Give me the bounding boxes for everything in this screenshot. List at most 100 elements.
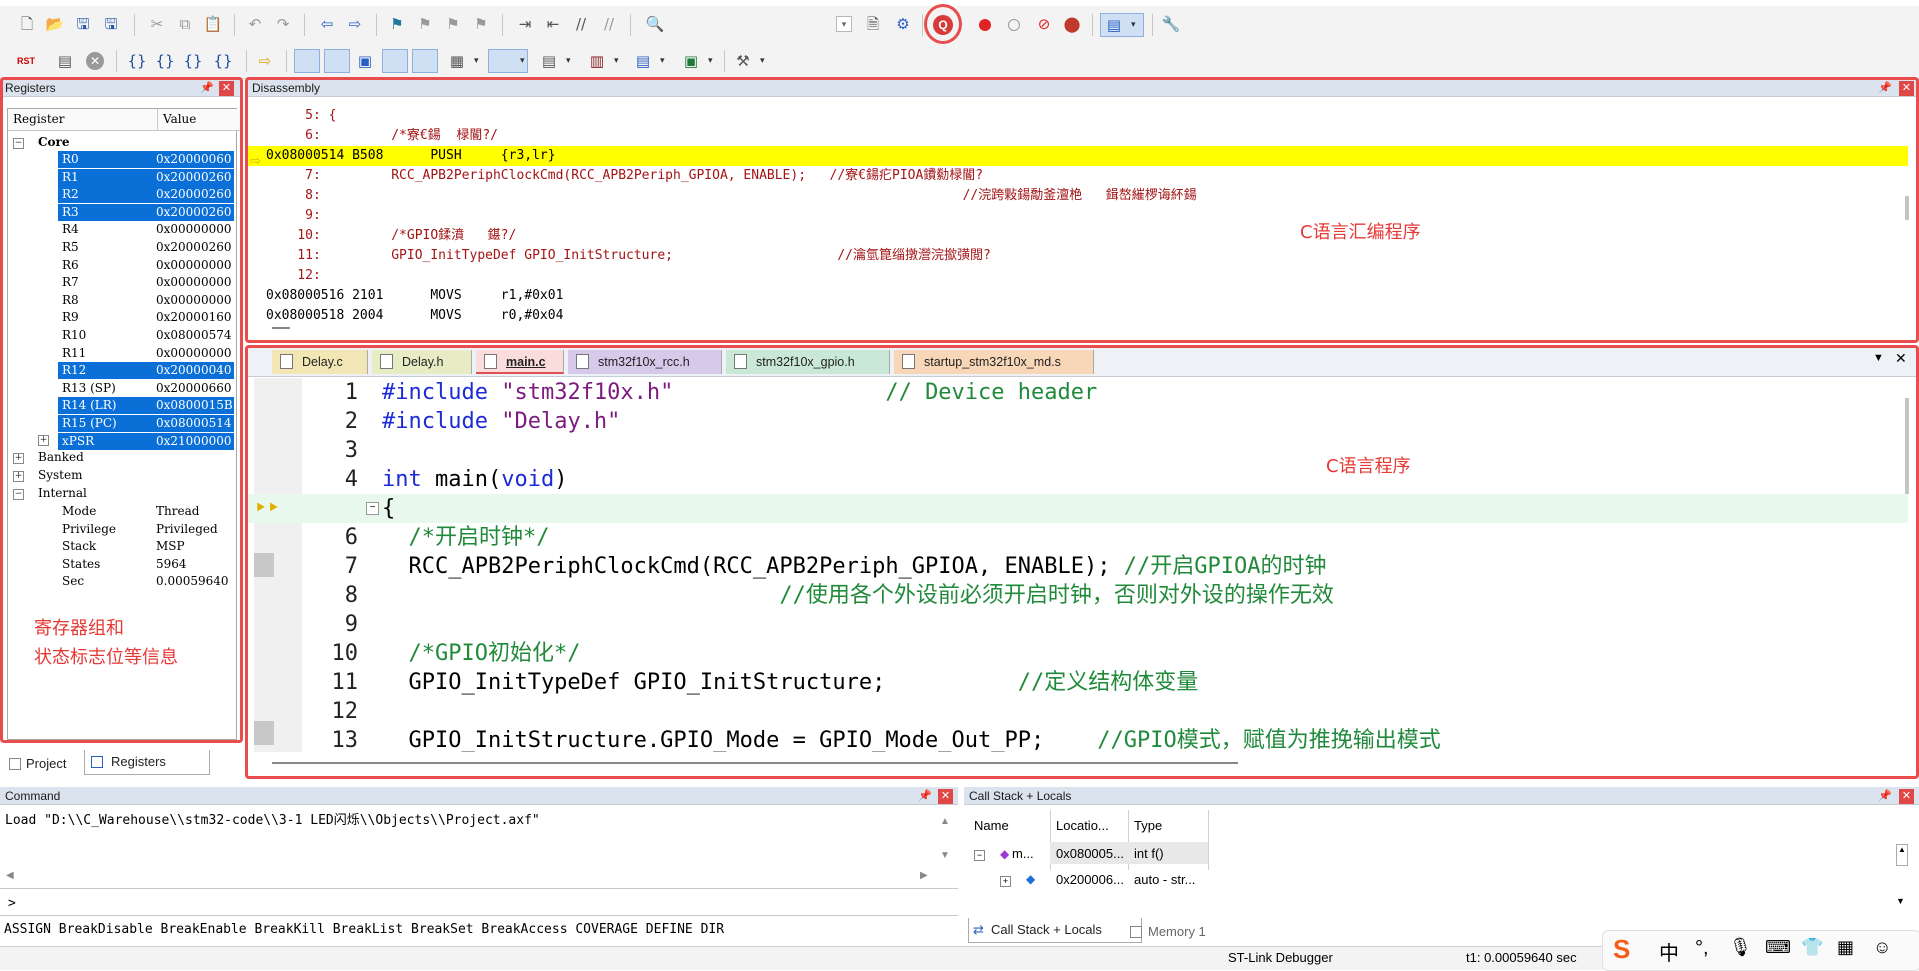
undo-icon[interactable]: ↶ (246, 15, 264, 33)
register-column-header[interactable]: Register (8, 109, 158, 131)
chevron-down-icon[interactable]: ▾ (474, 55, 479, 66)
redo-icon[interactable]: ↷ (274, 15, 292, 33)
configure-icon[interactable]: 🔧 (1162, 15, 1181, 33)
scroll-down-icon[interactable]: ▼ (940, 850, 950, 861)
register-value[interactable]: 0x08000574 (156, 327, 231, 344)
microphone-icon[interactable]: 🎙 (1729, 937, 1752, 958)
skin-icon[interactable]: 👕 (1801, 937, 1823, 958)
save-icon[interactable]: 🖫 (74, 15, 92, 33)
breakpoint-margin-marker[interactable] (254, 721, 274, 745)
tree-node-system[interactable]: System (38, 467, 82, 484)
disassembly-line[interactable]: 7: RCC_APB2PeriphClockCmd(RCC_APB2Periph… (266, 166, 1908, 186)
call-stack-window-icon[interactable] (412, 49, 438, 73)
register-value[interactable]: 0x00000000 (156, 257, 231, 274)
comment-icon[interactable]: // (572, 15, 590, 33)
reset-icon[interactable]: RST (14, 49, 38, 73)
breakpoint-insert-icon[interactable] (979, 19, 991, 31)
tab-stm32f10x-rcc-h[interactable]: stm32f10x_rcc.h (568, 350, 722, 374)
find-dropdown[interactable]: ▾ (836, 16, 852, 32)
disassembly-line[interactable]: 0x08000518 2004 MOVS r0,#0x04 (266, 306, 1908, 326)
register-row[interactable]: R2 0x20000260 (58, 186, 234, 204)
disassembly-line[interactable]: 8: //浣跨敤鍚勪釜澶栬 鍓嶅繀椤诲紑鍚 (266, 186, 1908, 206)
scroll-right-icon[interactable]: ▶ (920, 870, 928, 881)
register-row[interactable]: R3 0x20000260 (58, 203, 234, 221)
scroll-down-icon[interactable]: ▼ (1896, 896, 1905, 906)
system-viewer-icon[interactable]: ▣ (682, 52, 700, 70)
fold-icon[interactable]: − (366, 502, 379, 515)
collapse-icon[interactable]: − (13, 489, 24, 500)
chevron-down-icon[interactable]: ▾ (520, 55, 525, 66)
disassembly-line[interactable]: 6: /*寮€鍚 椂閽?/ (266, 126, 1908, 146)
sogou-logo-icon[interactable]: S (1613, 934, 1630, 965)
open-folder-icon[interactable]: 📂 (46, 15, 65, 33)
pin-icon[interactable]: 📌 (1878, 81, 1892, 94)
close-icon[interactable]: ✕ (1899, 789, 1914, 804)
tab-list-dropdown-icon[interactable]: ▼ (1873, 352, 1884, 364)
toolbox-icon[interactable]: ⚒ (734, 52, 752, 70)
expand-icon[interactable]: + (13, 471, 24, 482)
toolbox-grid-icon[interactable]: ▦ (1837, 937, 1854, 958)
location-column-header[interactable]: Locatio... (1056, 818, 1109, 833)
tab-startup-stm32f10x-md-s[interactable]: startup_stm32f10x_md.s (894, 350, 1094, 374)
disassembly-view[interactable]: 5: { 6: /*寮€鍚 椂閽?/0x08000514 B508 PUSH {… (248, 98, 1908, 338)
tab-callstack-locals[interactable]: ⇄ Call Stack + Locals (968, 918, 1142, 943)
register-row[interactable]: R15 (PC) 0x08000514 (58, 415, 234, 432)
register-value[interactable]: 0x00000000 (156, 345, 231, 362)
nav-forward-icon[interactable]: ⇨ (346, 15, 364, 33)
trace-window-icon[interactable]: ▤ (634, 52, 652, 70)
expand-icon[interactable]: + (13, 453, 24, 464)
callstack-scrollbar[interactable]: ▲ (1896, 844, 1908, 866)
watch-window-icon[interactable]: ▦ (448, 52, 466, 70)
close-icon[interactable]: ✕ (219, 81, 234, 96)
chevron-down-icon[interactable]: ▾ (760, 55, 765, 66)
disassembly-line[interactable]: 0x08000514 B508 PUSH {r3,lr} (248, 146, 1908, 166)
register-row[interactable]: R10 0x08000574 (58, 327, 234, 344)
tab-registers[interactable]: Registers (84, 750, 210, 775)
register-row[interactable]: R9 0x20000160 (58, 309, 234, 326)
serial-window-icon[interactable]: ▤ (540, 52, 558, 70)
register-value[interactable]: 0x20000060 (156, 151, 231, 168)
tree-node-internal[interactable]: Internal (38, 485, 87, 502)
tab-delay-h[interactable]: Delay.h (372, 350, 472, 374)
disassembly-window-icon[interactable] (324, 49, 350, 73)
register-value[interactable]: 0x00000000 (156, 221, 231, 238)
expand-icon[interactable]: + (38, 435, 49, 446)
breakpoint-kill-all-icon[interactable]: ⬤ (1063, 15, 1081, 33)
command-window-icon[interactable] (294, 49, 320, 73)
register-value[interactable]: 0x00000000 (156, 292, 231, 309)
disassembly-line[interactable]: 9: (266, 206, 1908, 226)
window-layout-button[interactable]: ▤ ▾ (1100, 13, 1144, 37)
tab-memory-1[interactable]: Memory 1 (1128, 920, 1248, 944)
breakpoint-kill-icon[interactable]: ⊘ (1035, 15, 1053, 33)
register-value[interactable]: 0x21000000 (156, 433, 231, 450)
name-column-header[interactable]: Name (974, 818, 1009, 833)
ime-language-toggle[interactable]: 中 (1659, 937, 1679, 966)
register-value[interactable]: 0x20000260 (156, 239, 231, 256)
indent-icon[interactable]: ⇥ (516, 15, 534, 33)
disassembly-line[interactable]: 10: /*GPIO鍒濆 鍖?/ (266, 226, 1908, 246)
new-file-icon[interactable]: 🗋 (18, 15, 36, 33)
scroll-left-icon[interactable]: ◀ (6, 870, 14, 881)
editor-hscrollbar[interactable] (272, 762, 1238, 764)
bookmark-icon[interactable]: ⚑ (388, 15, 406, 33)
register-value[interactable]: 0x20000260 (156, 169, 231, 186)
chevron-down-icon[interactable]: ▾ (660, 55, 665, 66)
bookmark-prev-icon[interactable]: ⚑ (416, 15, 434, 33)
breakpoint-margin-marker[interactable] (254, 553, 274, 577)
chevron-down-icon[interactable]: ▾ (566, 55, 571, 66)
register-row[interactable]: R8 0x00000000 (58, 292, 234, 309)
register-value[interactable]: 0x20000260 (156, 204, 231, 221)
tab-stm32f10x-gpio-h[interactable]: stm32f10x_gpio.h (726, 350, 890, 374)
cut-icon[interactable]: ✂ (148, 15, 166, 33)
unindent-icon[interactable]: ⇤ (544, 15, 562, 33)
register-row[interactable]: R4 0x00000000 (58, 221, 234, 238)
register-row[interactable]: R1 0x20000260 (58, 168, 234, 186)
tab-main-c[interactable]: main.c (476, 350, 564, 374)
chevron-down-icon[interactable]: ▾ (614, 55, 619, 66)
close-icon[interactable]: ✕ (1895, 350, 1907, 367)
register-row[interactable]: R7 0x00000000 (58, 274, 234, 291)
breakpoint-disable-icon[interactable] (1008, 19, 1020, 31)
editor-scrollbar[interactable] (1905, 398, 1909, 494)
tree-node-banked[interactable]: Banked (38, 449, 84, 466)
run-icon[interactable]: ▤ (56, 52, 74, 70)
